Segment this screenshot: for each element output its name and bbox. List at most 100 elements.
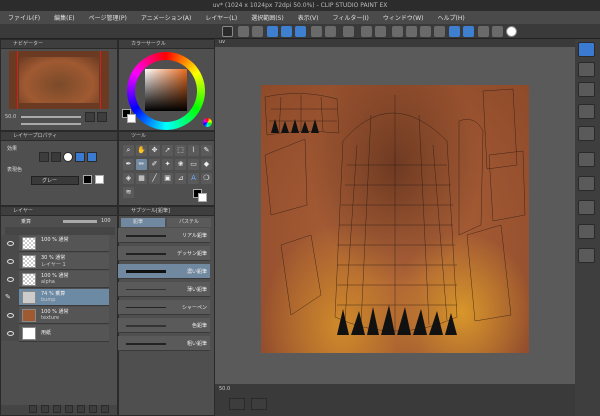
correct-line-tool-icon[interactable]: ≋ — [123, 187, 134, 198]
new-file-icon[interactable] — [238, 26, 249, 37]
color-mode-icon[interactable] — [203, 118, 212, 127]
menu-window[interactable]: ウィンドウ(W) — [383, 13, 424, 22]
canvas-tab[interactable]: uv — [215, 39, 575, 47]
figure-tool-icon[interactable]: ╱ — [149, 173, 160, 184]
close-dock-icon[interactable] — [578, 42, 595, 57]
brush-item[interactable]: 色鉛筆 — [118, 318, 210, 333]
operation-tool-icon[interactable]: ➚ — [162, 145, 173, 156]
menu-selection[interactable]: 選択範囲(S) — [251, 13, 284, 22]
select-all-icon[interactable] — [420, 26, 431, 37]
menu-animation[interactable]: アニメーション(A) — [141, 13, 192, 22]
color-set-icon[interactable] — [578, 248, 595, 263]
delete-layer-icon[interactable] — [101, 405, 109, 413]
pen-tool-icon[interactable]: ✒ — [123, 159, 134, 170]
menu-file[interactable]: ファイル(F) — [8, 13, 40, 22]
layer-color-white[interactable] — [95, 175, 104, 184]
canvas-area[interactable]: uv 50.0 — [215, 39, 575, 416]
canvas-image[interactable] — [261, 85, 529, 353]
tab-pastel[interactable]: パステル — [167, 218, 211, 227]
layer-row-6[interactable]: 用紙 — [19, 325, 109, 342]
selection-launcher-icon[interactable] — [449, 26, 460, 37]
navigator-preview[interactable] — [9, 51, 109, 109]
redo-icon[interactable] — [325, 26, 336, 37]
zoom-in-icon[interactable] — [97, 112, 107, 122]
pencil-tool-icon[interactable]: ✏ — [136, 159, 147, 170]
export-icon[interactable] — [281, 26, 292, 37]
item-bank-icon[interactable] — [578, 152, 595, 167]
effect-icon-3[interactable] — [63, 152, 73, 162]
save-icon[interactable] — [267, 26, 278, 37]
merge-down-icon[interactable] — [77, 405, 85, 413]
fill-tool-icon[interactable]: ◈ — [123, 173, 134, 184]
invert-icon[interactable] — [434, 26, 445, 37]
balloon-tool-icon[interactable]: ❍ — [201, 173, 212, 184]
menu-layer[interactable]: レイヤー(L) — [205, 13, 237, 22]
undo-icon[interactable] — [311, 26, 322, 37]
eraser-tool-icon[interactable]: ▭ — [188, 159, 199, 170]
sub-view-icon[interactable] — [578, 176, 595, 191]
brush-item-selected[interactable]: 濃い鉛筆 — [118, 264, 210, 279]
layer-row-3[interactable]: 100 % 通常 alpha — [19, 271, 109, 288]
material-2-icon[interactable] — [578, 82, 595, 97]
layer-5-eye-icon[interactable] — [7, 313, 14, 318]
layer-2-eye-icon[interactable] — [7, 259, 14, 264]
layer-1-eye-icon[interactable] — [7, 241, 14, 246]
menu-filter[interactable]: フィルター(I) — [333, 13, 369, 22]
layer-row-5[interactable]: 100 % 通常 texture — [19, 307, 109, 324]
effect-icon-5[interactable] — [87, 152, 97, 162]
mask-icon[interactable] — [65, 405, 73, 413]
new-raster-layer-icon[interactable] — [29, 405, 37, 413]
color-saturation-square[interactable] — [145, 69, 187, 111]
auto-select-tool-icon[interactable]: ⌇ — [188, 145, 199, 156]
material-icon[interactable] — [578, 62, 595, 77]
decoration-tool-icon[interactable]: ❀ — [175, 159, 186, 170]
zoom-slider[interactable] — [21, 116, 81, 118]
copy-layer-icon[interactable] — [89, 405, 97, 413]
fill-icon[interactable] — [406, 26, 417, 37]
opacity-slider[interactable] — [63, 220, 97, 223]
new-vector-layer-icon[interactable] — [41, 405, 49, 413]
brush-item[interactable]: 薄い鉛筆 — [118, 282, 210, 297]
move-tool-icon[interactable]: ✥ — [149, 145, 160, 156]
learn-icon[interactable] — [492, 26, 503, 37]
import-icon[interactable] — [295, 26, 306, 37]
clear-icon[interactable] — [361, 26, 372, 37]
menu-edit[interactable]: 編集(E) — [54, 13, 74, 22]
gradient-tool-icon[interactable]: ▦ — [136, 173, 147, 184]
deselect-icon[interactable] — [375, 26, 386, 37]
layer-6-eye-icon[interactable] — [7, 331, 14, 336]
layer-row-2[interactable]: 30 % 通常 レイヤー 1 — [19, 253, 109, 270]
transform-icon[interactable] — [392, 26, 403, 37]
hand-tool-icon[interactable]: ✋ — [136, 145, 147, 156]
tab-pencil[interactable]: 鉛筆 — [121, 218, 165, 227]
settings-icon[interactable] — [343, 26, 354, 37]
menu-help[interactable]: ヘルプ(H) — [437, 13, 464, 22]
selection-tool-icon[interactable]: ⬚ — [175, 145, 186, 156]
zoom-out-icon[interactable] — [85, 112, 95, 122]
layer-row-1[interactable]: 100 % 通常 — [19, 235, 109, 252]
effect-icon-2[interactable] — [51, 152, 61, 162]
ruler-tool-icon[interactable]: ⊿ — [175, 173, 186, 184]
snap-icon[interactable] — [463, 26, 474, 37]
brush-item[interactable]: リアル鉛筆 — [118, 228, 210, 243]
zoom-tool-icon[interactable]: ⌕ — [123, 145, 134, 156]
blend-tool-icon[interactable]: ◆ — [201, 159, 212, 170]
border-effect-icon[interactable] — [39, 152, 49, 162]
text-tool-icon[interactable]: A — [188, 173, 199, 184]
color-expression-select[interactable]: グレー — [31, 176, 79, 185]
tool-property-icon[interactable] — [578, 200, 595, 215]
open-file-icon[interactable] — [252, 26, 263, 37]
layer-4-pen-icon[interactable]: ✎ — [5, 293, 11, 301]
new-folder-icon[interactable] — [53, 405, 61, 413]
layer-search-icon[interactable] — [578, 126, 595, 141]
brush-item[interactable]: デッサン鉛筆 — [118, 246, 210, 261]
effect-icon-4[interactable] — [75, 152, 85, 162]
timeline-icon[interactable] — [229, 398, 245, 410]
help-icon[interactable] — [506, 26, 517, 37]
tool-sub-color[interactable] — [198, 193, 207, 202]
clip-studio-icon[interactable] — [222, 26, 233, 37]
frame-tool-icon[interactable]: ▣ — [162, 173, 173, 184]
brush-item[interactable]: シャーペン — [118, 300, 210, 315]
brush-tool-icon[interactable]: ✐ — [149, 159, 160, 170]
blend-mode-select[interactable]: 乗算 — [21, 218, 31, 225]
